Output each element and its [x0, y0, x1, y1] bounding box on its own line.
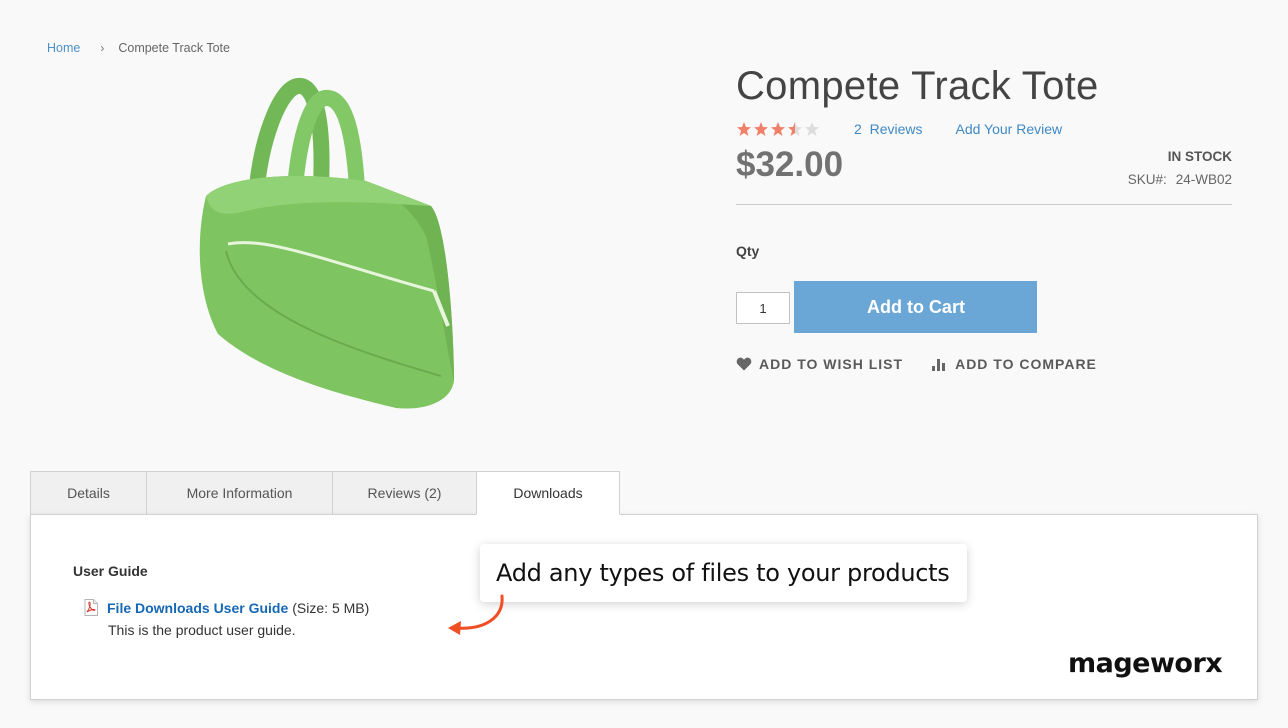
compare-bars-icon [932, 359, 946, 371]
product-price: $32.00 [736, 145, 844, 184]
star-icon [754, 122, 768, 136]
breadcrumb: Home › Compete Track Tote [47, 41, 230, 55]
qty-input[interactable] [736, 292, 790, 324]
tab-reviews[interactable]: Reviews (2) [332, 471, 476, 515]
rating-summary: 2 Reviews Add Your Review [736, 119, 1232, 139]
add-review-link[interactable]: Add Your Review [955, 121, 1062, 137]
sku-label: SKU#: [1127, 172, 1167, 187]
tote-bag-image [199, 78, 454, 409]
qty-label: Qty [736, 243, 760, 259]
callout-box: Add any types of files to your products [480, 544, 967, 602]
product-title: Compete Track Tote [736, 64, 1099, 108]
tab-details[interactable]: Details [30, 471, 146, 515]
stock-status: IN STOCK [1167, 149, 1232, 164]
curved-arrow-icon [448, 594, 504, 635]
sku-value: 24-WB02 [1175, 172, 1232, 187]
tab-downloads[interactable]: Downloads [476, 471, 620, 515]
add-to-wishlist-link[interactable]: ADD TO WISH LIST [736, 356, 903, 372]
breadcrumb-current: Compete Track Tote [118, 41, 230, 55]
breadcrumb-home-link[interactable]: Home [47, 41, 80, 55]
add-to-wishlist-label: ADD TO WISH LIST [759, 356, 904, 372]
heart-icon [736, 357, 752, 371]
file-description: This is the product user guide. [108, 622, 296, 638]
reviews-label: Reviews [869, 121, 923, 137]
star-half-icon [788, 122, 802, 136]
product-image[interactable] [186, 76, 466, 421]
star-icon [737, 122, 751, 136]
file-size: (Size: 5 MB) [292, 599, 370, 616]
star-empty-icon [805, 122, 819, 136]
reviews-count: 2 [854, 121, 862, 137]
product-tabs: Details More Information Reviews (2) Dow… [30, 471, 620, 515]
download-file-row: File Downloads User Guide (Size: 5 MB) [83, 599, 369, 616]
chevron-right-icon: › [100, 41, 105, 55]
sku: SKU#: 24-WB02 [1128, 172, 1232, 187]
pdf-file-icon [84, 599, 98, 616]
product-info: Compete Track Tote 2 Reviews Add Your Re… [736, 62, 1232, 372]
rating-stars [736, 121, 820, 137]
add-to-compare-link[interactable]: ADD TO COMPARE [932, 356, 1097, 372]
file-download-link[interactable]: File Downloads User Guide [107, 600, 288, 616]
star-icon [771, 122, 785, 136]
tab-more-information[interactable]: More Information [146, 471, 332, 515]
user-guide-title: User Guide [73, 563, 148, 579]
mageworx-logo: mageworx [1068, 648, 1223, 679]
add-to-compare-label: ADD TO COMPARE [955, 356, 1097, 372]
product-actions: ADD TO WISH LIST ADD TO COMPARE [736, 356, 1232, 372]
price-stock-row: $32.00 IN STOCK SKU#: 24-WB02 [736, 145, 1232, 205]
reviews-link[interactable]: 2 Reviews [854, 121, 922, 137]
add-to-cart-button[interactable]: Add to Cart [794, 281, 1038, 333]
